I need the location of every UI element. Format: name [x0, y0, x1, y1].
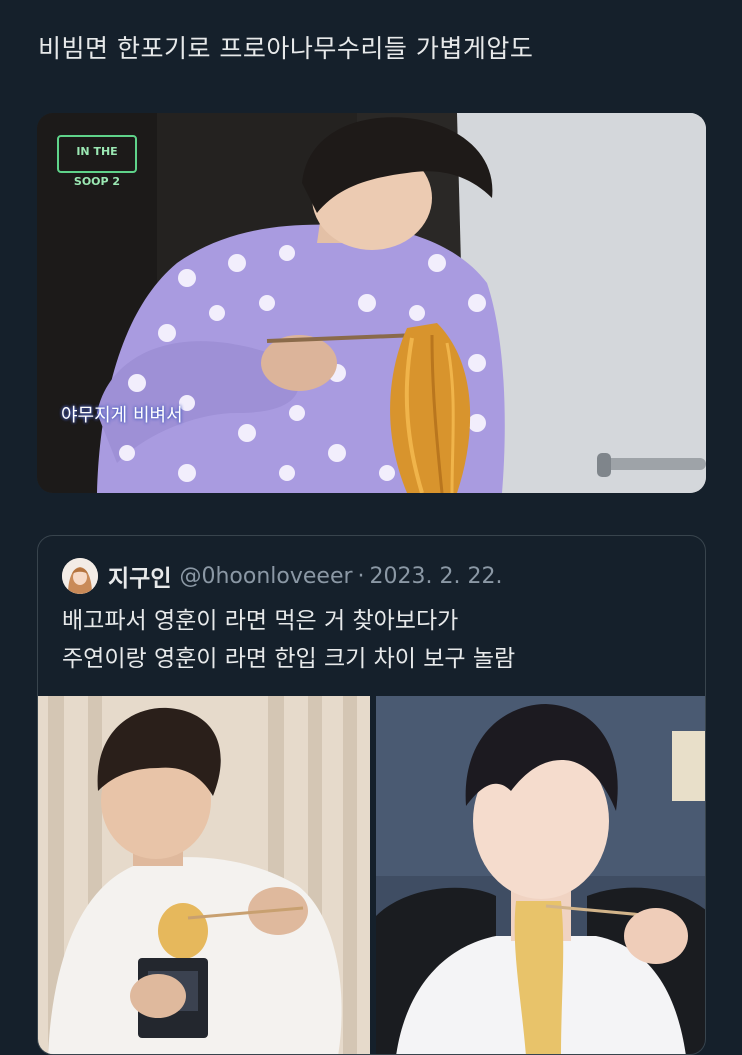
avatar[interactable] [62, 558, 98, 594]
separator-dot: · [357, 563, 365, 589]
quoted-media-image-left[interactable] [38, 696, 370, 1054]
user-avatar-icon [62, 558, 98, 594]
quoted-tweet-card[interactable]: 지구인 @0hoonloveeer · 2023. 2. 22. 배고파서 영훈… [37, 535, 706, 1055]
media-caption: 야무지게 비벼서 [61, 405, 183, 426]
media-scene [37, 113, 706, 493]
quoted-text-line: 주연이랑 영훈이 라면 한입 크기 차이 보구 놀람 [62, 646, 516, 672]
quoted-user-name[interactable]: 지구인 [108, 559, 171, 593]
quoted-user-handle[interactable]: @0hoonloveeer [179, 564, 352, 589]
show-logo: IN THE SOOP 2 [57, 135, 137, 188]
tweet-text: 비빔면 한포기로 프로아나무수리들 가볍게압도 [38, 34, 534, 63]
person-eating-left [38, 696, 370, 1054]
quoted-text-line: 배고파서 영훈이 라면 먹은 거 찾아보다가 [62, 608, 459, 634]
person-eating-right [376, 696, 705, 1054]
quoted-tweet-date[interactable]: 2023. 2. 22. [370, 564, 503, 589]
tweet-media-image[interactable]: IN THE SOOP 2 야무지게 비벼서 [37, 113, 706, 493]
quoted-tweet-text: 배고파서 영훈이 라면 먹은 거 찾아보다가 주연이랑 영훈이 라면 한입 크기… [62, 602, 515, 678]
quoted-tweet-header: 지구인 @0hoonloveeer · 2023. 2. 22. [62, 558, 502, 594]
quoted-media-image-right[interactable] [376, 696, 705, 1054]
